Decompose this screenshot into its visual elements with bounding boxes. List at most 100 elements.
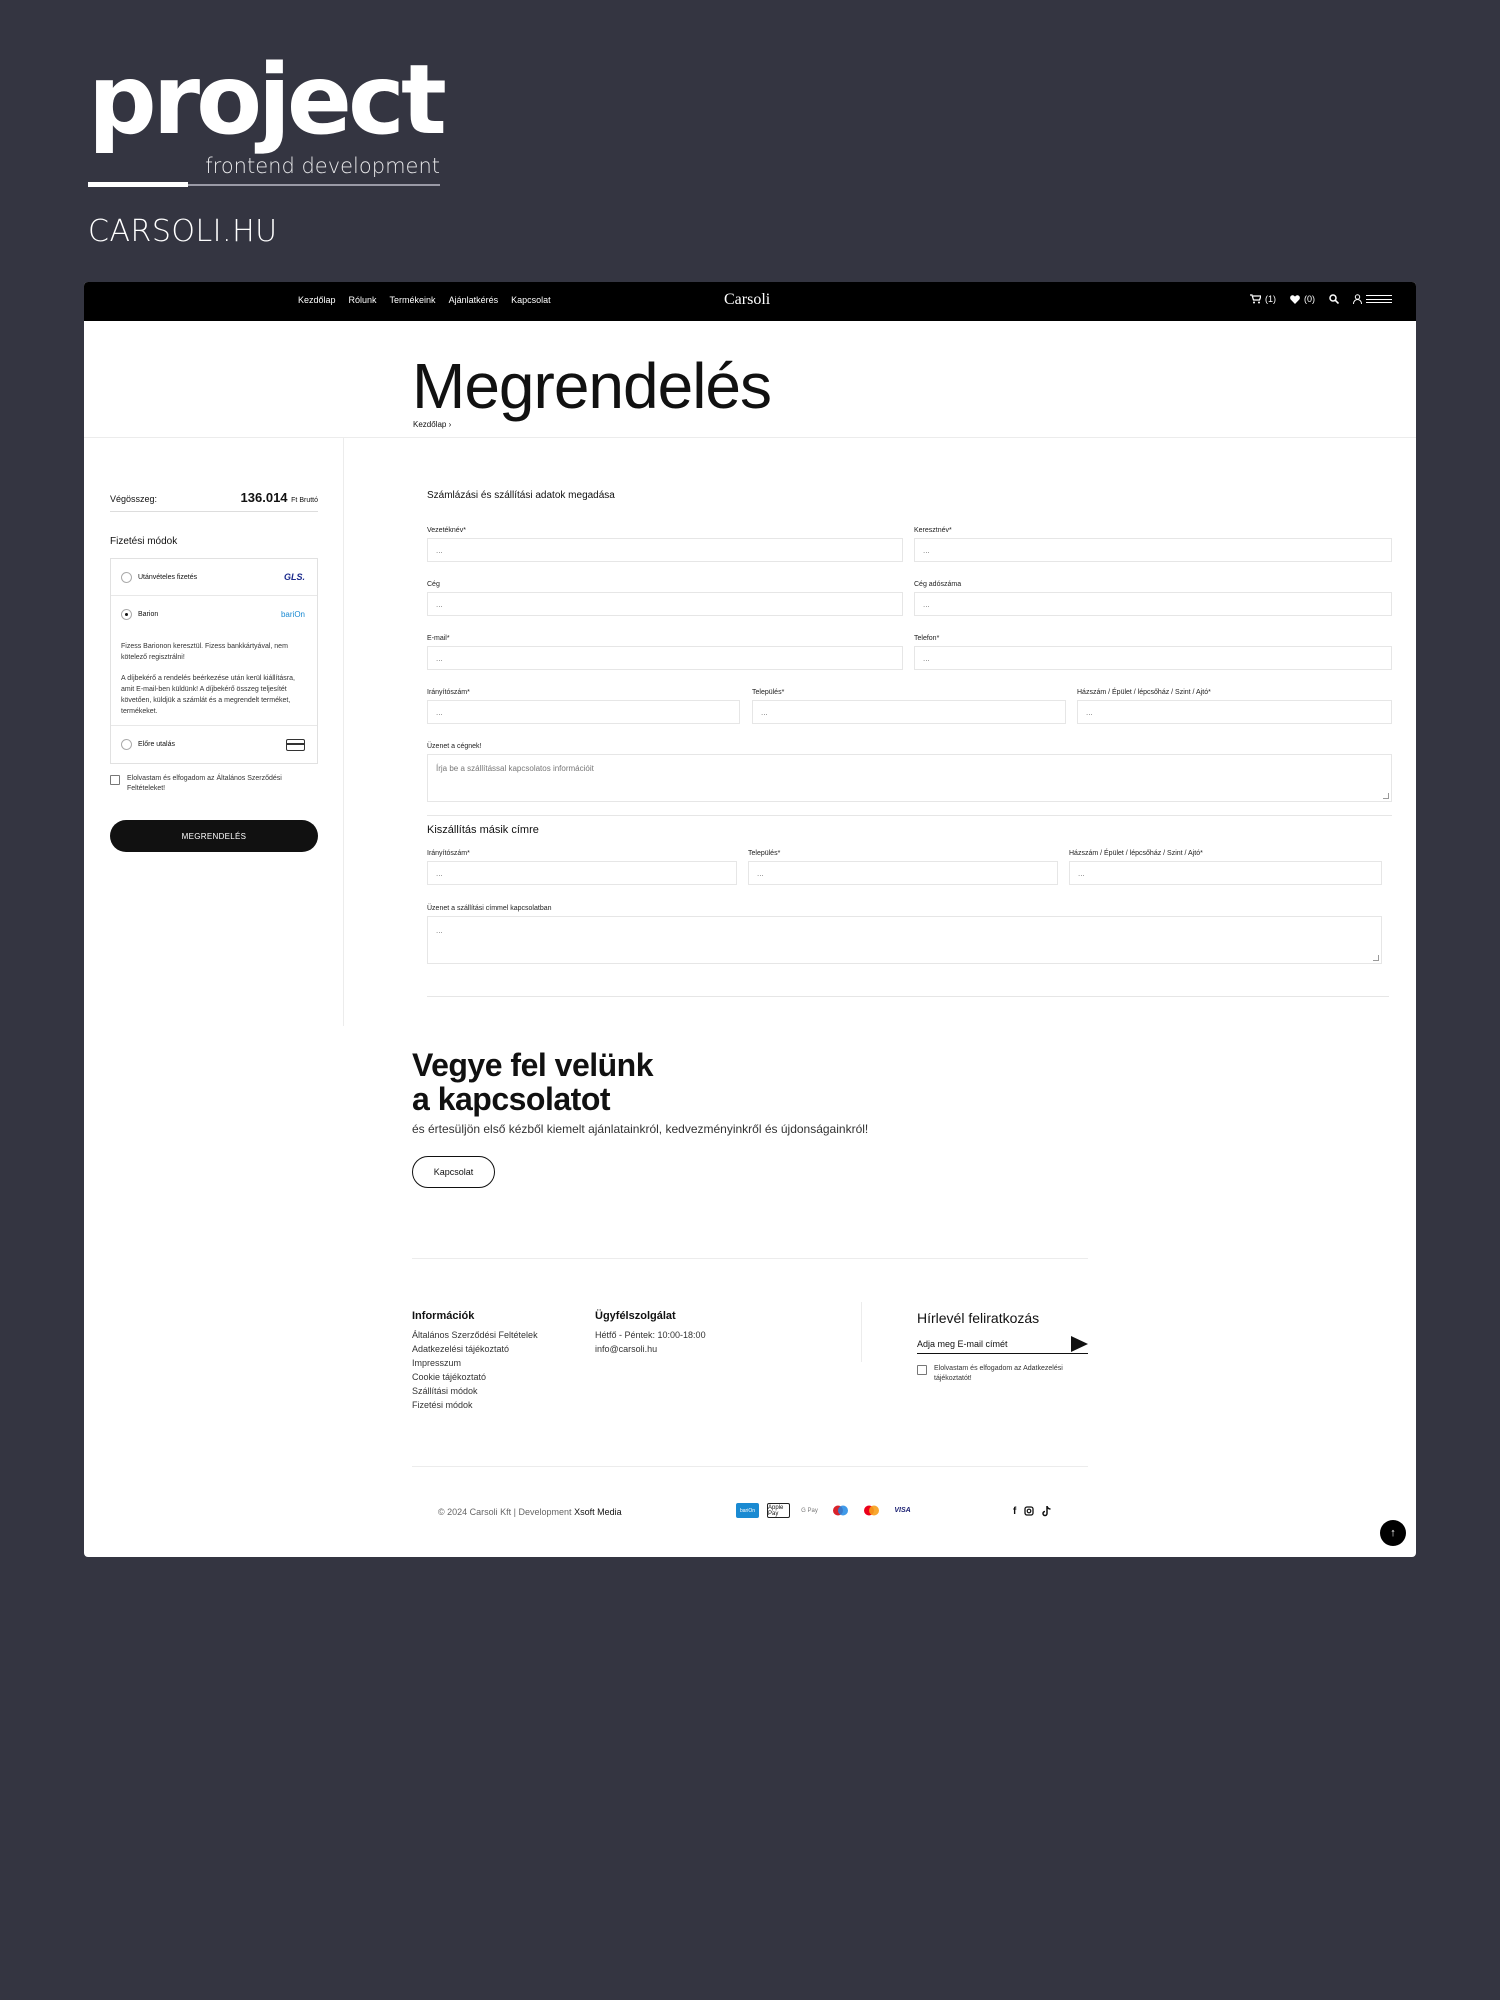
social-links: f bbox=[1013, 1506, 1052, 1517]
barion-desc-line1: Fizess Barionon keresztül. Fizess bankká… bbox=[121, 643, 288, 661]
gls-logo: GLS. bbox=[283, 572, 305, 582]
service-title: Ügyfélszolgálat bbox=[595, 1310, 676, 1322]
brand-block: project frontend development bbox=[88, 52, 447, 187]
contact-cta: Vegye fel velünk a kapcsolatot és értesül… bbox=[412, 1048, 868, 1188]
contact-heading-line2: a kapcsolatot bbox=[412, 1081, 611, 1117]
message-field: Üzenet a cégnek! Írja be a szállítással … bbox=[427, 743, 1392, 802]
card-icon bbox=[286, 738, 305, 751]
cart-count: (1) bbox=[1265, 294, 1276, 304]
ship-message-textarea[interactable]: ... bbox=[427, 916, 1382, 964]
footer-divider bbox=[412, 1258, 1088, 1259]
barion-desc-line2: A díjbekérő a rendelés beérkezése után k… bbox=[121, 675, 295, 715]
site-name: CARSOLI.HU bbox=[88, 214, 278, 249]
phone-input[interactable]: ... bbox=[914, 646, 1392, 670]
order-button[interactable]: MEGRENDELÉS bbox=[110, 820, 318, 852]
facebook-icon[interactable]: f bbox=[1013, 1506, 1016, 1517]
nav-links: Kezdőlap Rólunk Termékeink Ajánlatkérés … bbox=[298, 295, 551, 305]
email-input[interactable]: ... bbox=[427, 646, 903, 670]
apple-pay-icon: Apple Pay bbox=[767, 1503, 790, 1518]
copyright-text: © 2024 Carsoli Kft | Development bbox=[438, 1507, 572, 1517]
ship-message-label: Üzenet a szállítási címmel kapcsolatban bbox=[427, 905, 552, 912]
contact-button[interactable]: Kapcsolat bbox=[412, 1156, 495, 1188]
search-icon[interactable] bbox=[1329, 294, 1339, 304]
payment-option-cod[interactable]: Utánvételes fizetés GLS. bbox=[111, 559, 317, 596]
wishlist-button[interactable]: (0) bbox=[1290, 294, 1315, 304]
firstname-field: Keresztnév* ... bbox=[914, 527, 1392, 562]
shipping-section-title: Kiszállítás másik címre bbox=[427, 824, 539, 836]
ship-message-field: Üzenet a szállítási címmel kapcsolatban … bbox=[427, 905, 1382, 964]
page-header: Megrendelés Kezdőlap › bbox=[84, 321, 1416, 438]
footer-link[interactable]: Cookie tájékoztató bbox=[412, 1370, 538, 1384]
instagram-icon[interactable] bbox=[1024, 1506, 1034, 1516]
heart-icon bbox=[1290, 294, 1300, 304]
nav-link-contact[interactable]: Kapcsolat bbox=[511, 295, 551, 305]
terms-checkbox-row[interactable]: Elolvastam és elfogadom az Általános Sze… bbox=[110, 774, 320, 794]
ship-address-field: Házszám / Épület / lépcsőház / Szint / A… bbox=[1069, 850, 1382, 885]
newsletter: Hírlevél feliratkozás Adja meg E-mail cí… bbox=[917, 1310, 1088, 1384]
city-input[interactable]: ... bbox=[752, 700, 1066, 724]
newsletter-terms-checkbox[interactable] bbox=[917, 1365, 927, 1375]
barion-logo: bariOn bbox=[280, 610, 305, 619]
ship-address-input[interactable]: ... bbox=[1069, 861, 1382, 885]
address-input[interactable]: ... bbox=[1077, 700, 1392, 724]
footer-link[interactable]: Fizetési módok bbox=[412, 1398, 538, 1412]
terms-label: Elolvastam és elfogadom az Általános Sze… bbox=[127, 775, 282, 792]
zip-input[interactable]: ... bbox=[427, 700, 740, 724]
order-summary: Végösszeg: 136.014 Ft Bruttó Fizetési mó… bbox=[84, 438, 344, 1026]
user-icon bbox=[1353, 294, 1362, 304]
zip-label: Irányítószám* bbox=[427, 689, 470, 696]
developer-link[interactable]: Xsoft Media bbox=[574, 1507, 622, 1517]
terms-checkbox[interactable] bbox=[110, 775, 120, 785]
radio-cod[interactable] bbox=[121, 571, 132, 583]
ship-zip-input[interactable]: ... bbox=[427, 861, 737, 885]
ship-city-input[interactable]: ... bbox=[748, 861, 1058, 885]
tiktok-icon[interactable] bbox=[1042, 1506, 1052, 1517]
city-label: Település* bbox=[752, 689, 785, 696]
footer-link[interactable]: Szállítási módok bbox=[412, 1384, 538, 1398]
site-logo[interactable]: Carsoli bbox=[724, 291, 770, 309]
account-menu-button[interactable] bbox=[1353, 294, 1392, 304]
contact-heading: Vegye fel velünk a kapcsolatot bbox=[412, 1048, 868, 1116]
nav-link-about[interactable]: Rólunk bbox=[349, 295, 377, 305]
bottom-divider bbox=[412, 1466, 1088, 1467]
payment-option-barion[interactable]: Barion bariOn bbox=[111, 596, 317, 633]
nav-link-home[interactable]: Kezdőlap bbox=[298, 295, 336, 305]
lastname-label: Vezetéknév* bbox=[427, 527, 466, 534]
service-email[interactable]: info@carsoli.hu bbox=[595, 1342, 706, 1356]
message-textarea[interactable]: Írja be a szállítással kapcsolatos infor… bbox=[427, 754, 1392, 802]
cart-button[interactable]: (1) bbox=[1250, 294, 1276, 304]
footer-link[interactable]: Impresszum bbox=[412, 1356, 538, 1370]
ship-city-label: Település* bbox=[748, 850, 781, 857]
firstname-input[interactable]: ... bbox=[914, 538, 1392, 562]
ship-address-label: Házszám / Épület / lépcsőház / Szint / A… bbox=[1069, 850, 1203, 857]
payment-methods-title: Fizetési módok bbox=[110, 536, 178, 547]
footer-service-column: Ügyfélszolgálat Hétfő - Péntek: 10:00-18… bbox=[595, 1310, 706, 1356]
barion-pay-icon: bariOn bbox=[736, 1503, 759, 1518]
nav-link-quote[interactable]: Ajánlatkérés bbox=[449, 295, 499, 305]
lastname-field: Vezetéknév* ... bbox=[427, 527, 903, 562]
newsletter-input[interactable]: Adja meg E-mail címét bbox=[917, 1339, 1008, 1349]
payment-option-transfer[interactable]: Előre utalás bbox=[111, 726, 317, 763]
tax-field: Cég adószáma ... bbox=[914, 581, 1392, 616]
top-navigation: Kezdőlap Rólunk Termékeink Ajánlatkérés … bbox=[84, 282, 1416, 321]
copyright: © 2024 Carsoli Kft | Development Xsoft M… bbox=[438, 1507, 622, 1517]
footer-link[interactable]: Általános Szerződési Feltételek bbox=[412, 1328, 538, 1342]
company-input[interactable]: ... bbox=[427, 592, 903, 616]
form-bottom-divider bbox=[427, 996, 1389, 997]
info-title: Információk bbox=[412, 1310, 475, 1322]
nav-link-products[interactable]: Termékeink bbox=[390, 295, 436, 305]
tax-input[interactable]: ... bbox=[914, 592, 1392, 616]
menu-icon bbox=[1366, 295, 1392, 303]
newsletter-terms-row[interactable]: Elolvastam és elfogadom az Adatkezelési … bbox=[917, 1364, 1088, 1384]
breadcrumb[interactable]: Kezdőlap › bbox=[413, 420, 451, 429]
footer-link[interactable]: Adatkezelési tájékoztató bbox=[412, 1342, 538, 1356]
scroll-to-top-button[interactable]: ↑ bbox=[1380, 1520, 1406, 1546]
address-label: Házszám / Épület / lépcsőház / Szint / A… bbox=[1077, 689, 1211, 696]
arrow-up-icon: ↑ bbox=[1390, 1527, 1396, 1539]
send-arrow-icon[interactable] bbox=[1071, 1335, 1088, 1352]
total-value: 136.014 bbox=[240, 490, 288, 505]
radio-barion[interactable] bbox=[121, 609, 132, 620]
lastname-input[interactable]: ... bbox=[427, 538, 903, 562]
radio-transfer[interactable] bbox=[121, 739, 132, 750]
city-field: Település* ... bbox=[752, 689, 1066, 724]
